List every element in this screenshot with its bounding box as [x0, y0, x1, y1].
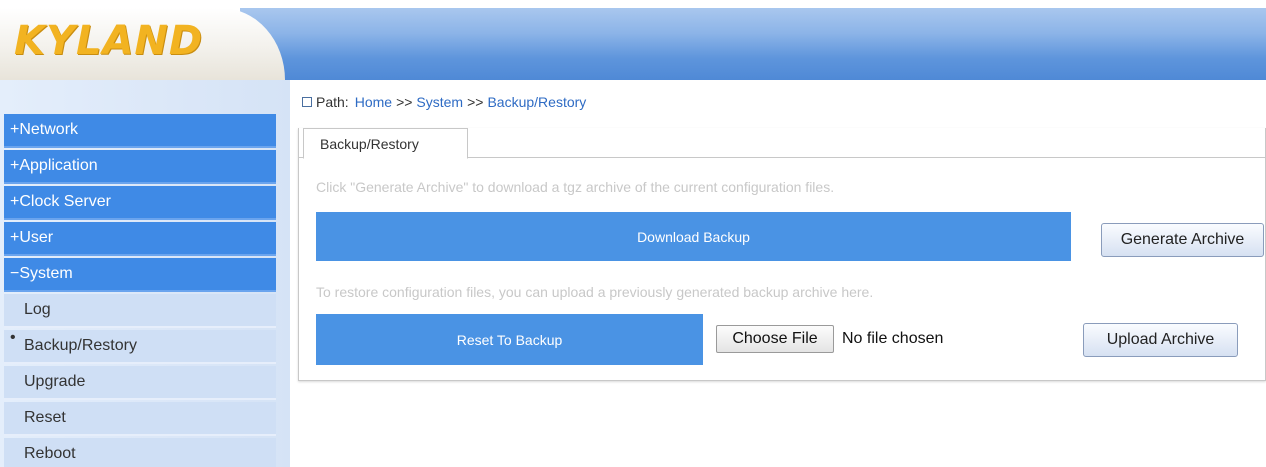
sidebar-item-clock-server[interactable]: +Clock Server — [4, 186, 276, 220]
sidebar-subitem-reset[interactable]: Reset — [4, 402, 276, 436]
sidebar-subitem-log[interactable]: Log — [4, 294, 276, 328]
download-backup-bar: Download Backup — [316, 212, 1071, 261]
sidebar-item-application[interactable]: +Application — [4, 150, 276, 184]
sidebar: +Network +Application +Clock Server +Use… — [0, 80, 290, 467]
sidebar-item-system[interactable]: −System — [4, 258, 276, 292]
logo-area: KYLAND — [0, 8, 285, 80]
sidebar-subitem-upgrade[interactable]: Upgrade — [4, 366, 276, 400]
header: KYLAND — [0, 8, 1266, 80]
upload-archive-button[interactable]: Upload Archive — [1083, 323, 1238, 357]
breadcrumb-separator: >> — [396, 94, 413, 110]
header-banner — [240, 8, 1266, 80]
generate-archive-button[interactable]: Generate Archive — [1101, 223, 1264, 257]
breadcrumb-home[interactable]: Home — [355, 94, 392, 110]
kyland-logo: KYLAND — [14, 18, 204, 64]
path-label: Path: — [316, 94, 349, 110]
breadcrumb-system[interactable]: System — [416, 94, 463, 110]
sidebar-item-network[interactable]: +Network — [4, 114, 276, 148]
path-box-icon — [302, 97, 312, 107]
backup-hint: Click "Generate Archive" to download a t… — [316, 179, 835, 195]
reset-to-backup-bar: Reset To Backup — [316, 314, 703, 365]
breadcrumb-separator: >> — [467, 94, 484, 110]
file-status-text: No file chosen — [842, 330, 944, 347]
tab-backup-restory[interactable]: Backup/Restory — [303, 128, 468, 159]
restore-hint: To restore configuration files, you can … — [316, 284, 874, 300]
choose-file-button[interactable]: Choose File — [716, 325, 834, 353]
breadcrumb-backup-restory[interactable]: Backup/Restory — [487, 94, 586, 110]
sidebar-item-user[interactable]: +User — [4, 222, 276, 256]
sidebar-subitem-reboot[interactable]: Reboot — [4, 438, 276, 467]
breadcrumb: Path: Home >> System >> Backup/Restory — [302, 94, 586, 110]
sidebar-subitem-backup-restory[interactable]: Backup/Restory — [4, 322, 276, 364]
